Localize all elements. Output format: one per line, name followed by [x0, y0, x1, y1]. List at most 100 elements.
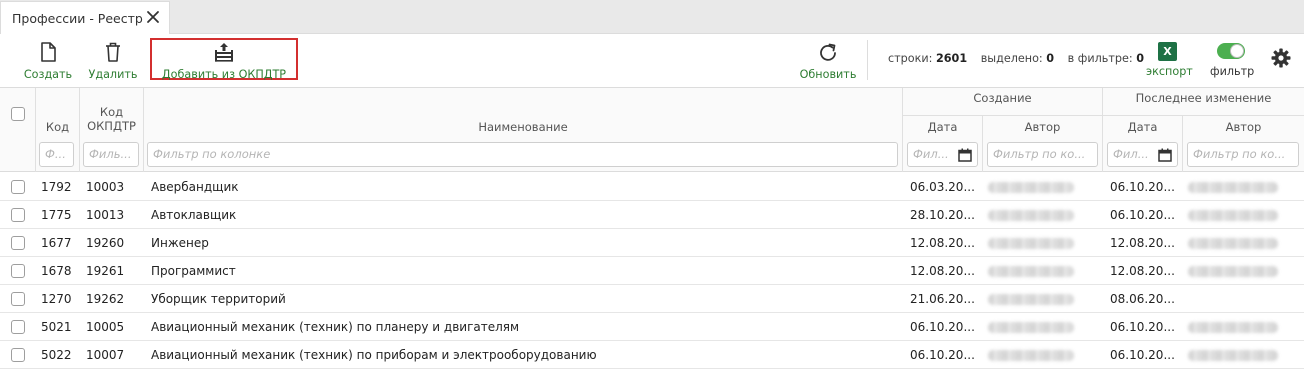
filter-modified-date-placeholder: Фил...	[1113, 147, 1149, 161]
cell-okpdtr: 19261	[86, 264, 125, 278]
add-from-okpdtr-label: Добавить из ОКПДТР	[161, 68, 287, 81]
col-created-date-header[interactable]: Дата	[903, 120, 982, 134]
close-icon[interactable]	[145, 9, 161, 25]
row-checkbox[interactable]	[11, 320, 25, 334]
selected-label: выделено:	[980, 52, 1043, 65]
cell-modified-date: 08.06.20...	[1110, 292, 1175, 306]
col-modified-date-header[interactable]: Дата	[1103, 120, 1182, 134]
row-checkbox[interactable]	[11, 180, 25, 194]
col-created-author-header[interactable]: Автор	[983, 120, 1102, 134]
toolbar: Создать Удалить Добавить из ОКПДТР Обнов…	[0, 34, 1304, 87]
table-row[interactable]: 1677 19260 Инженер 12.08.20... 12.08.20...	[0, 229, 1304, 257]
filter-modified-date-input[interactable]: Фил...	[1107, 142, 1178, 167]
group-created-header: Создание	[973, 91, 1032, 105]
cell-modified-date: 06.10.20...	[1110, 208, 1175, 222]
tab-title: Профессии - Реестр	[12, 10, 143, 26]
refresh-label: Обновить	[799, 68, 857, 81]
cell-code: 1677	[41, 236, 72, 250]
refresh-button[interactable]: Обновить	[798, 34, 858, 87]
cell-modified-date: 06.10.20...	[1110, 348, 1175, 362]
table-row[interactable]: 1775 10013 Автоклавщик 28.10.20... 06.10.20.…	[0, 201, 1304, 229]
cell-name: Программист	[151, 264, 236, 278]
cell-created-author-redacted	[988, 322, 1074, 333]
new-file-icon	[41, 42, 56, 62]
cell-name: Автоклавщик	[151, 208, 237, 222]
col-name-header[interactable]: Наименование	[144, 120, 902, 134]
cell-okpdtr: 19260	[86, 236, 125, 250]
refresh-icon	[820, 43, 836, 61]
cell-modified-author-redacted	[1188, 182, 1278, 193]
row-checkbox[interactable]	[11, 348, 25, 362]
filter-created-author-input[interactable]: Фильтр по ко...	[987, 142, 1098, 167]
tab-professions-registry[interactable]: Профессии - Реестр	[0, 1, 170, 34]
filter-okpdtr-input[interactable]: Филь...	[83, 142, 139, 167]
cell-created-author-redacted	[988, 350, 1074, 361]
row-checkbox[interactable]	[11, 292, 25, 306]
cell-okpdtr: 10003	[86, 180, 125, 194]
cell-created-date: 06.10.20...	[910, 348, 975, 362]
import-list-icon	[215, 43, 233, 62]
filter-code-input[interactable]: Ф...	[39, 142, 74, 167]
cell-created-date: 06.10.20...	[910, 320, 975, 334]
row-checkbox[interactable]	[11, 208, 25, 222]
gear-icon[interactable]	[1271, 48, 1291, 68]
cell-code: 5022	[41, 348, 72, 362]
filter-modified-author-input[interactable]: Фильтр по ко...	[1187, 142, 1299, 167]
cell-okpdtr: 19262	[86, 292, 125, 306]
cell-created-author-redacted	[988, 210, 1074, 221]
col-modified-author-header[interactable]: Автор	[1183, 120, 1304, 134]
table-row[interactable]: 1792 10003 Авербандщик 06.03.20... 06.10.20.…	[0, 173, 1304, 201]
cell-code: 1678	[41, 264, 72, 278]
cell-created-author-redacted	[988, 238, 1074, 249]
add-from-okpdtr-button[interactable]: Добавить из ОКПДТР	[152, 34, 296, 87]
export-button-label[interactable]: экспорт	[1146, 65, 1193, 78]
table-row[interactable]: 1270 19262 Уборщик территорий 21.06.20... 08…	[0, 285, 1304, 313]
cell-created-date: 12.08.20...	[910, 236, 975, 250]
filter-created-date-input[interactable]: Фил...	[907, 142, 978, 167]
cell-name: Инженер	[151, 236, 209, 250]
calendar-icon[interactable]	[1158, 148, 1172, 162]
calendar-icon[interactable]	[958, 148, 972, 162]
table-row[interactable]: 1678 19261 Программист 12.08.20... 12.08.20.…	[0, 257, 1304, 285]
cell-code: 5021	[41, 320, 72, 334]
col-code-header[interactable]: Код	[36, 120, 79, 134]
cell-modified-author-redacted	[1188, 266, 1278, 277]
filter-name-input[interactable]: Фильтр по колонке	[147, 142, 898, 167]
cell-created-date: 21.06.20...	[910, 292, 975, 306]
cell-name: Уборщик территорий	[151, 292, 286, 306]
filter-toggle[interactable]	[1217, 43, 1245, 59]
rows-value: 2601	[935, 52, 968, 65]
row-checkbox[interactable]	[11, 264, 25, 278]
cell-created-author-redacted	[988, 182, 1074, 193]
create-button[interactable]: Создать	[24, 34, 72, 87]
cell-okpdtr: 10005	[86, 320, 125, 334]
cell-modified-date: 12.08.20...	[1110, 264, 1175, 278]
selected-value: 0	[1046, 52, 1055, 65]
cell-name: Авиационный механик (техник) по планеру …	[151, 320, 520, 334]
in-filter-label: в фильтре:	[1067, 52, 1133, 65]
delete-label: Удалить	[88, 68, 138, 81]
cell-code: 1775	[41, 208, 72, 222]
col-okpdtr-header-line1[interactable]: Код	[80, 105, 143, 119]
col-okpdtr-header-line2[interactable]: ОКПДТР	[80, 119, 143, 133]
cell-created-author-redacted	[988, 294, 1074, 305]
create-label: Создать	[23, 68, 73, 81]
cell-created-date: 12.08.20...	[910, 264, 975, 278]
cell-modified-date: 12.08.20...	[1110, 236, 1175, 250]
rows-label: строки:	[888, 52, 933, 65]
select-all-checkbox[interactable]	[11, 107, 25, 121]
table-row[interactable]: 5022 10007 Авиационный механик (техник) по…	[0, 341, 1304, 369]
cell-created-date: 28.10.20...	[910, 208, 975, 222]
cell-modified-date: 06.10.20...	[1110, 320, 1175, 334]
cell-modified-author-redacted	[1188, 210, 1278, 221]
group-modified-header: Последнее изменение	[1135, 91, 1272, 105]
toggle-knob	[1230, 44, 1244, 58]
excel-icon[interactable]: X	[1158, 42, 1177, 61]
table-row[interactable]: 5021 10005 Авиационный механик (техник) по…	[0, 313, 1304, 341]
trash-icon	[106, 42, 120, 62]
cell-okpdtr: 10007	[86, 348, 125, 362]
row-checkbox[interactable]	[11, 236, 25, 250]
cell-okpdtr: 10013	[86, 208, 125, 222]
delete-button[interactable]: Удалить	[88, 34, 138, 87]
cell-modified-author-redacted	[1188, 350, 1278, 361]
